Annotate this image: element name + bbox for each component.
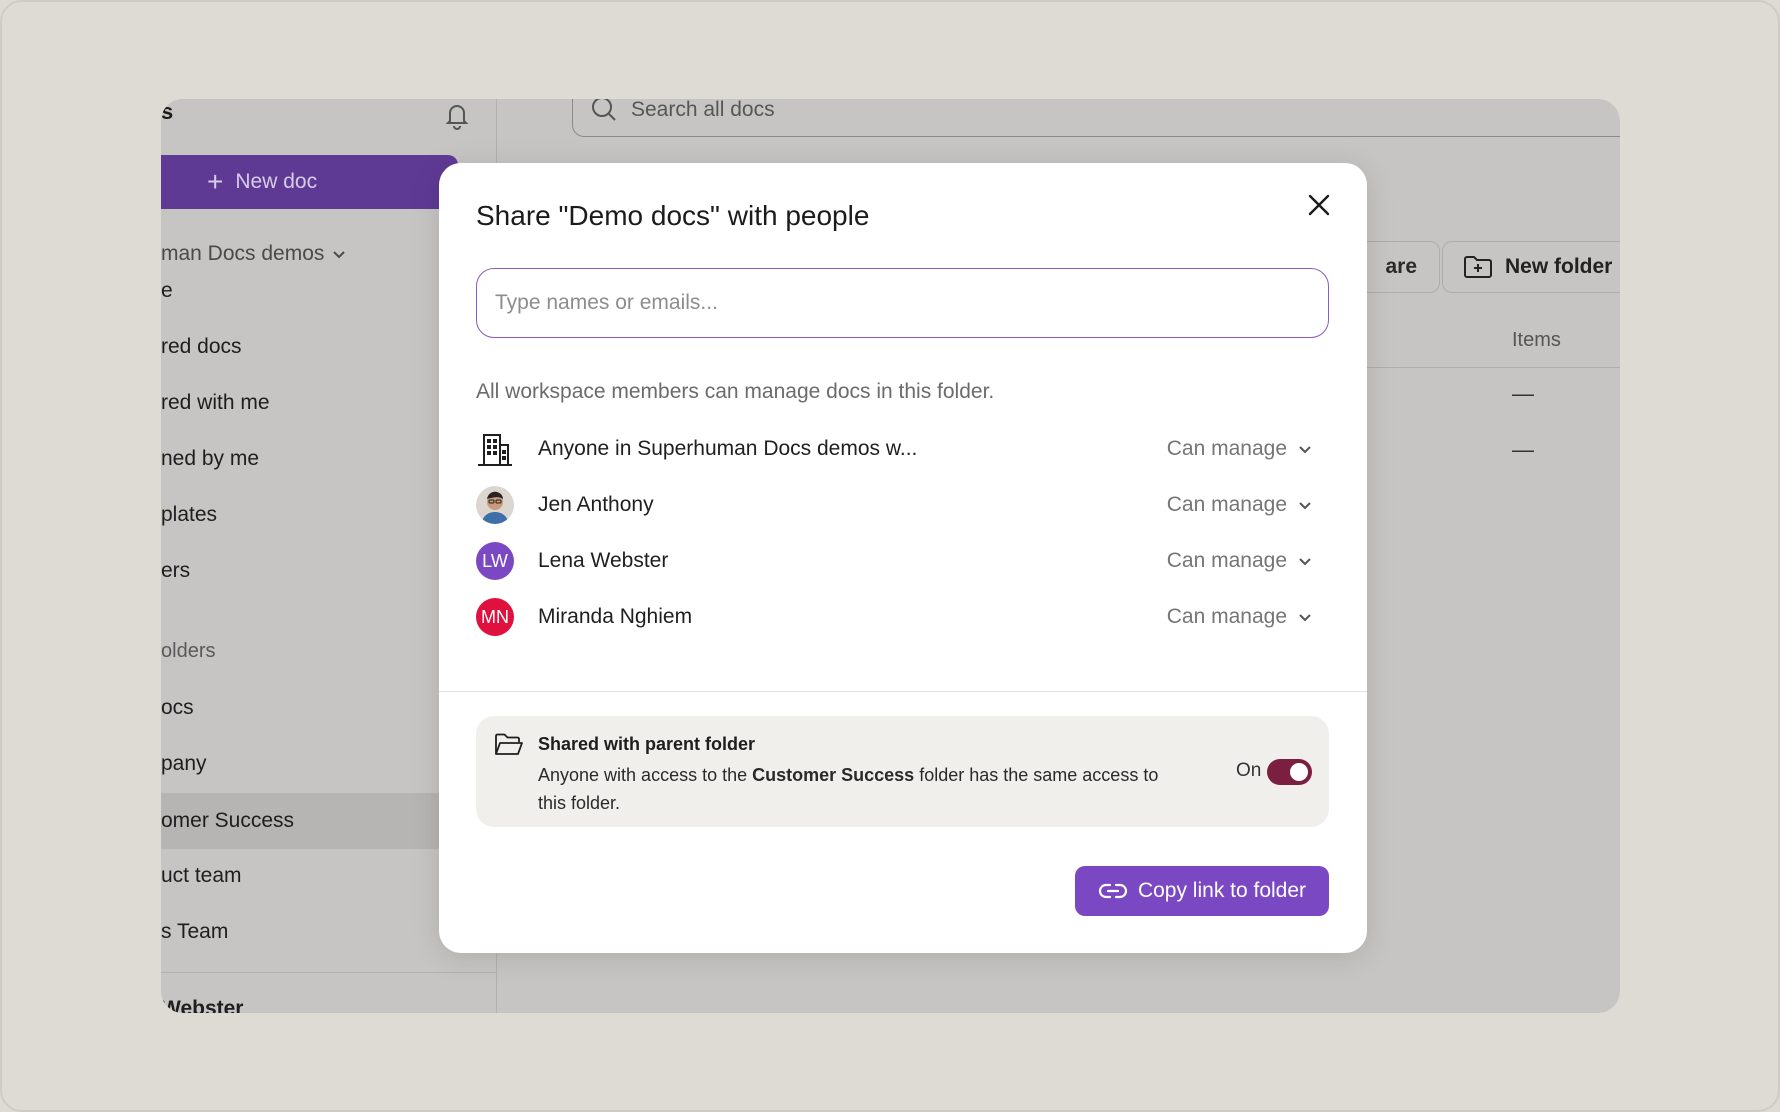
member-row: LW Lena Webster Can manage — [476, 541, 1329, 581]
share-dialog: Share "Demo docs" with people All worksp… — [439, 163, 1367, 953]
access-info-text: All workspace members can manage docs in… — [476, 380, 995, 403]
sidebar-folder-docs[interactable]: ocs — [161, 696, 194, 720]
permission-dropdown[interactable]: Can manage — [1167, 549, 1313, 573]
dialog-divider — [439, 691, 1367, 692]
chevron-down-icon — [333, 251, 346, 259]
folder-open-icon — [495, 733, 523, 755]
inherit-access-toggle[interactable] — [1267, 759, 1312, 785]
copy-link-button[interactable]: Copy link to folder — [1075, 866, 1329, 916]
sidebar-item-shared-with-me[interactable]: red with me — [161, 391, 270, 415]
workspace-label: man Docs demos — [161, 242, 325, 265]
sidebar-item-others[interactable]: ers — [161, 559, 190, 583]
new-folder-label: New folder — [1505, 255, 1613, 278]
dialog-title: Share "Demo docs" with people — [476, 200, 870, 231]
table-cell-items: — — [1512, 381, 1534, 406]
avatar: MN — [476, 598, 514, 636]
new-folder-button[interactable]: New folder — [1442, 241, 1620, 293]
parent-folder-card: Shared with parent folder Anyone with ac… — [476, 716, 1329, 827]
sidebar-item-templates[interactable]: plates — [161, 503, 217, 527]
member-row: Jen Anthony Can manage — [476, 485, 1329, 525]
permission-dropdown[interactable]: Can manage — [1167, 605, 1313, 629]
close-icon — [1308, 194, 1330, 216]
sidebar-folder-product-team[interactable]: uct team — [161, 864, 242, 888]
new-doc-label: New doc — [235, 170, 318, 193]
member-row: Anyone in Superhuman Docs demos w... Can… — [476, 429, 1329, 469]
sidebar-item-home[interactable]: e — [161, 279, 173, 303]
avatar — [476, 486, 514, 524]
member-row: MN Miranda Nghiem Can manage — [476, 597, 1329, 637]
parent-folder-description: Anyone with access to the Customer Succe… — [538, 765, 1159, 813]
chevron-down-icon — [1299, 558, 1311, 566]
permission-label: Can manage — [1166, 493, 1287, 516]
link-icon — [1098, 883, 1128, 899]
building-icon — [476, 430, 514, 468]
workspace-switcher[interactable]: man Docs demos — [161, 242, 348, 266]
plus-icon: + — [207, 166, 224, 197]
parent-folder-name: Customer Success — [752, 765, 915, 785]
sidebar-title: s — [161, 99, 174, 124]
invite-input[interactable] — [476, 268, 1329, 338]
avatar: LW — [476, 542, 514, 580]
member-name: Jen Anthony — [538, 493, 654, 516]
folder-plus-icon — [1464, 256, 1492, 278]
chevron-down-icon — [1299, 614, 1311, 622]
permission-dropdown[interactable]: Can manage — [1167, 493, 1313, 517]
table-cell-items: — — [1512, 437, 1534, 462]
permission-label: Can manage — [1166, 549, 1287, 572]
chevron-down-icon — [1299, 446, 1311, 454]
member-name: Miranda Nghiem — [538, 605, 693, 628]
search-placeholder: Search all docs — [631, 99, 775, 121]
sidebar-folder-team[interactable]: s Team — [161, 920, 228, 944]
toggle-label: On — [1236, 760, 1262, 781]
sidebar-item-owned-by-me[interactable]: ned by me — [161, 447, 259, 471]
member-name: Anyone in Superhuman Docs demos w... — [538, 437, 918, 460]
sidebar-folder-company[interactable]: pany — [161, 752, 207, 776]
chevron-down-icon — [1299, 502, 1311, 510]
toggle-knob — [1290, 763, 1308, 781]
share-label: are — [1385, 255, 1417, 278]
member-name: Lena Webster — [538, 549, 669, 572]
sidebar-item-starred-docs[interactable]: red docs — [161, 335, 242, 359]
new-doc-button[interactable]: + New doc — [161, 155, 458, 209]
column-header-items[interactable]: Items — [1512, 329, 1561, 352]
permission-label: Can manage — [1166, 437, 1287, 460]
search-icon — [592, 99, 616, 121]
bell-icon[interactable] — [441, 99, 473, 131]
sidebar-user[interactable]: Webster — [161, 997, 243, 1013]
permission-dropdown[interactable]: Can manage — [1167, 437, 1313, 461]
sidebar-divider — [161, 972, 497, 973]
permission-label: Can manage — [1166, 605, 1287, 628]
copy-link-label: Copy link to folder — [1137, 879, 1307, 902]
sidebar-section-folders: olders — [161, 640, 216, 662]
sidebar-folder-label: omer Success — [161, 809, 295, 832]
close-button[interactable] — [1301, 187, 1337, 223]
search-input[interactable]: Search all docs — [572, 99, 1620, 137]
parent-folder-title: Shared with parent folder — [538, 734, 756, 754]
